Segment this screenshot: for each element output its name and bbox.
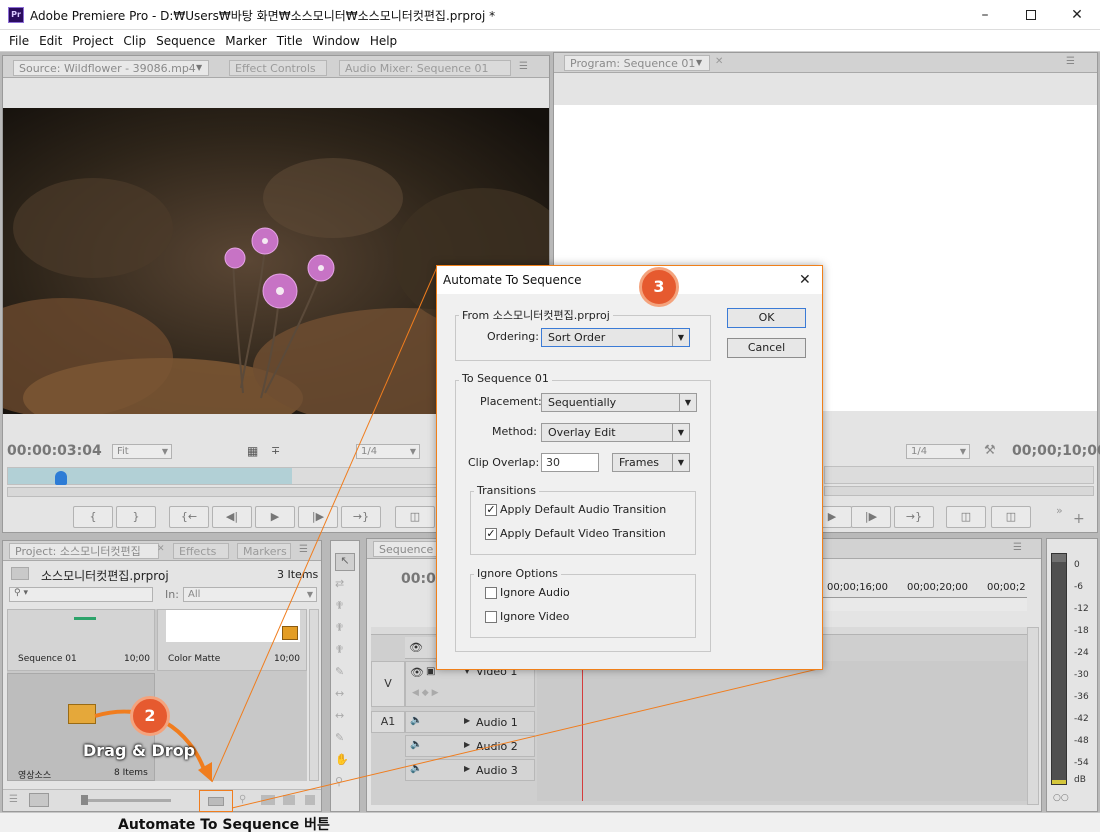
ignore-audio-label: Ignore Audio xyxy=(500,586,570,599)
apply-video-transition-checkbox[interactable]: ✓ xyxy=(485,528,497,540)
chevron-down-icon: ▼ xyxy=(679,394,696,411)
method-label: Method: xyxy=(492,425,537,438)
chevron-down-icon: ▼ xyxy=(672,424,689,441)
method-dropdown[interactable]: Overlay Edit ▼ xyxy=(541,423,690,442)
method-value: Overlay Edit xyxy=(548,426,616,439)
drag-drop-annotation: Drag & Drop xyxy=(83,741,196,760)
apply-audio-transition-label: Apply Default Audio Transition xyxy=(500,503,667,516)
automate-to-sequence-dialog: Automate To Sequence ✕ 3 From 소스모니터컷편집.p… xyxy=(436,265,823,670)
status-bar: Automate To Sequence 버튼 xyxy=(0,812,1100,832)
cancel-button[interactable]: Cancel xyxy=(727,338,806,358)
ignore-video-checkbox[interactable] xyxy=(485,611,497,623)
transitions-group xyxy=(470,491,696,555)
placement-dropdown[interactable]: Sequentially ▼ xyxy=(541,393,697,412)
transitions-legend: Transitions xyxy=(474,484,539,497)
placement-label: Placement: xyxy=(480,395,542,408)
overlap-unit-value: Frames xyxy=(619,456,660,469)
ignore-options-legend: Ignore Options xyxy=(474,567,561,580)
dialog-close-icon[interactable]: ✕ xyxy=(799,266,811,294)
ignore-video-label: Ignore Video xyxy=(500,610,570,623)
caption-text: Automate To Sequence 버튼 xyxy=(118,817,330,832)
apply-audio-transition-checkbox[interactable]: ✓ xyxy=(485,504,497,516)
clip-overlap-input[interactable]: 30 xyxy=(541,453,599,472)
ordering-value: Sort Order xyxy=(548,331,606,344)
ordering-label: Ordering: xyxy=(487,330,539,343)
chevron-down-icon: ▼ xyxy=(672,454,689,471)
dialog-title: Automate To Sequence xyxy=(443,273,582,287)
placement-value: Sequentially xyxy=(548,396,617,409)
ordering-dropdown[interactable]: Sort Order ▼ xyxy=(541,328,690,347)
from-legend: From 소스모니터컷편집.prproj xyxy=(459,307,613,323)
step-2-badge: 2 xyxy=(130,696,170,736)
clip-overlap-label: Clip Overlap: xyxy=(468,456,540,469)
callout-line xyxy=(231,667,823,809)
to-legend: To Sequence 01 xyxy=(459,372,552,385)
ignore-audio-checkbox[interactable] xyxy=(485,587,497,599)
ignore-options-group xyxy=(470,574,696,638)
chevron-down-icon: ▼ xyxy=(672,329,689,346)
dialog-title-bar: Automate To Sequence ✕ xyxy=(437,266,822,294)
apply-video-transition-label: Apply Default Video Transition xyxy=(500,527,666,540)
overlap-unit-dropdown[interactable]: Frames ▼ xyxy=(612,453,690,472)
ok-button[interactable]: OK xyxy=(727,308,806,328)
callout-line xyxy=(211,266,438,783)
step-3-badge: 3 xyxy=(639,267,679,307)
